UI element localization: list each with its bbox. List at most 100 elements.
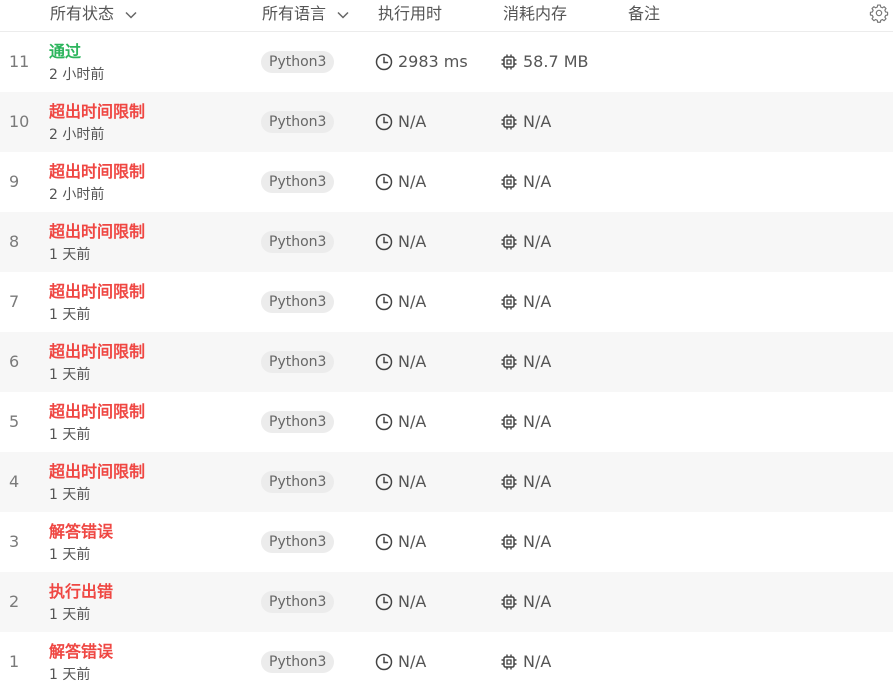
cpu-chip-icon [501, 354, 517, 370]
cpu-chip-icon [501, 114, 517, 130]
note-cell[interactable] [628, 332, 858, 392]
clock-icon [375, 533, 393, 551]
submission-status-link[interactable]: 解答错误 [49, 642, 113, 662]
language-badge: Python3 [261, 111, 335, 133]
runtime-value: N/A [398, 292, 427, 311]
runtime-value: N/A [398, 112, 427, 131]
submission-status-link[interactable]: 超出时间限制 [49, 462, 145, 482]
runtime-column-header: 执行用时 [378, 4, 443, 23]
submission-time: 1 天前 [49, 487, 91, 503]
table-row: 1 解答错误 1 天前 Python3 N/A N/A [0, 632, 893, 692]
memory-column-header: 消耗内存 [503, 4, 568, 23]
note-cell[interactable] [628, 152, 858, 212]
status-filter-dropdown[interactable]: 所有状态 [50, 0, 137, 27]
memory-value: N/A [523, 652, 552, 671]
runtime-value: N/A [398, 412, 427, 431]
submission-status-link[interactable]: 超出时间限制 [49, 162, 145, 182]
submission-status-link[interactable]: 解答错误 [49, 522, 113, 542]
memory-value: N/A [523, 472, 552, 491]
language-badge: Python3 [261, 471, 335, 493]
runtime-cell: N/A [375, 531, 426, 553]
submission-time: 1 天前 [49, 307, 91, 323]
note-cell[interactable] [628, 212, 858, 272]
memory-cell: N/A [500, 351, 551, 373]
submission-status-link[interactable]: 超出时间限制 [49, 222, 145, 242]
submission-time: 2 小时前 [49, 187, 105, 203]
submission-status-link[interactable]: 超出时间限制 [49, 102, 145, 122]
runtime-value: N/A [398, 532, 427, 551]
runtime-cell: N/A [375, 291, 426, 313]
clock-icon [375, 53, 393, 71]
memory-cell: N/A [500, 231, 551, 253]
runtime-value: N/A [398, 592, 427, 611]
runtime-cell: N/A [375, 171, 426, 193]
note-cell[interactable] [628, 272, 858, 332]
memory-value: N/A [523, 352, 552, 371]
submission-index: 11 [9, 52, 30, 71]
clock-icon [375, 653, 393, 671]
note-cell[interactable] [628, 572, 858, 632]
submission-index: 1 [9, 652, 20, 671]
submission-time: 1 天前 [49, 427, 91, 443]
submission-index: 9 [9, 172, 20, 191]
language-filter-dropdown[interactable]: 所有语言 [262, 0, 349, 27]
runtime-cell: N/A [375, 351, 426, 373]
submission-time: 1 天前 [49, 607, 91, 623]
submission-status-link[interactable]: 通过 [49, 42, 81, 62]
runtime-cell: N/A [375, 471, 426, 493]
runtime-value: N/A [398, 652, 427, 671]
submission-list: 11 通过 2 小时前 Python3 2983 ms 58.7 MB 10 超… [0, 32, 893, 692]
note-cell[interactable] [628, 512, 858, 572]
note-cell[interactable] [628, 392, 858, 452]
submission-status-link[interactable]: 超出时间限制 [49, 342, 145, 362]
memory-cell: N/A [500, 171, 551, 193]
cpu-chip-icon [501, 54, 517, 70]
language-badge: Python3 [261, 291, 335, 313]
submission-status-link[interactable]: 超出时间限制 [49, 402, 145, 422]
note-cell[interactable] [628, 632, 858, 692]
status-filter-label: 所有状态 [50, 4, 115, 23]
memory-cell: N/A [500, 471, 551, 493]
note-cell[interactable] [628, 92, 858, 152]
memory-value: N/A [523, 412, 552, 431]
runtime-value: N/A [398, 232, 427, 251]
runtime-cell: N/A [375, 111, 426, 133]
runtime-cell: 2983 ms [375, 51, 468, 73]
table-row: 4 超出时间限制 1 天前 Python3 N/A N/A [0, 452, 893, 512]
cpu-chip-icon [501, 474, 517, 490]
table-row: 7 超出时间限制 1 天前 Python3 N/A N/A [0, 272, 893, 332]
submission-index: 8 [9, 232, 20, 251]
note-cell[interactable] [628, 32, 858, 92]
memory-value: N/A [523, 112, 552, 131]
note-cell[interactable] [628, 452, 858, 512]
memory-value: N/A [523, 232, 552, 251]
language-badge: Python3 [261, 51, 335, 73]
table-row: 11 通过 2 小时前 Python3 2983 ms 58.7 MB [0, 32, 893, 92]
memory-cell: N/A [500, 111, 551, 133]
runtime-cell: N/A [375, 231, 426, 253]
clock-icon [375, 233, 393, 251]
submission-time: 1 天前 [49, 367, 91, 383]
submission-status-link[interactable]: 超出时间限制 [49, 282, 145, 302]
table-row: 10 超出时间限制 2 小时前 Python3 N/A N/A [0, 92, 893, 152]
table-row: 3 解答错误 1 天前 Python3 N/A N/A [0, 512, 893, 572]
runtime-value: N/A [398, 472, 427, 491]
language-badge: Python3 [261, 351, 335, 373]
clock-icon [375, 413, 393, 431]
cpu-chip-icon [501, 234, 517, 250]
language-badge: Python3 [261, 591, 335, 613]
language-filter-label: 所有语言 [262, 4, 327, 23]
runtime-cell: N/A [375, 651, 426, 673]
submission-status-link[interactable]: 执行出错 [49, 582, 113, 602]
memory-cell: N/A [500, 531, 551, 553]
table-row: 2 执行出错 1 天前 Python3 N/A N/A [0, 572, 893, 632]
cpu-chip-icon [501, 594, 517, 610]
language-badge: Python3 [261, 411, 335, 433]
memory-value: 58.7 MB [523, 52, 589, 71]
cpu-chip-icon [501, 174, 517, 190]
cpu-chip-icon [501, 294, 517, 310]
submission-index: 3 [9, 532, 20, 551]
gear-icon[interactable] [869, 3, 889, 23]
memory-cell: N/A [500, 591, 551, 613]
submission-index: 6 [9, 352, 20, 371]
